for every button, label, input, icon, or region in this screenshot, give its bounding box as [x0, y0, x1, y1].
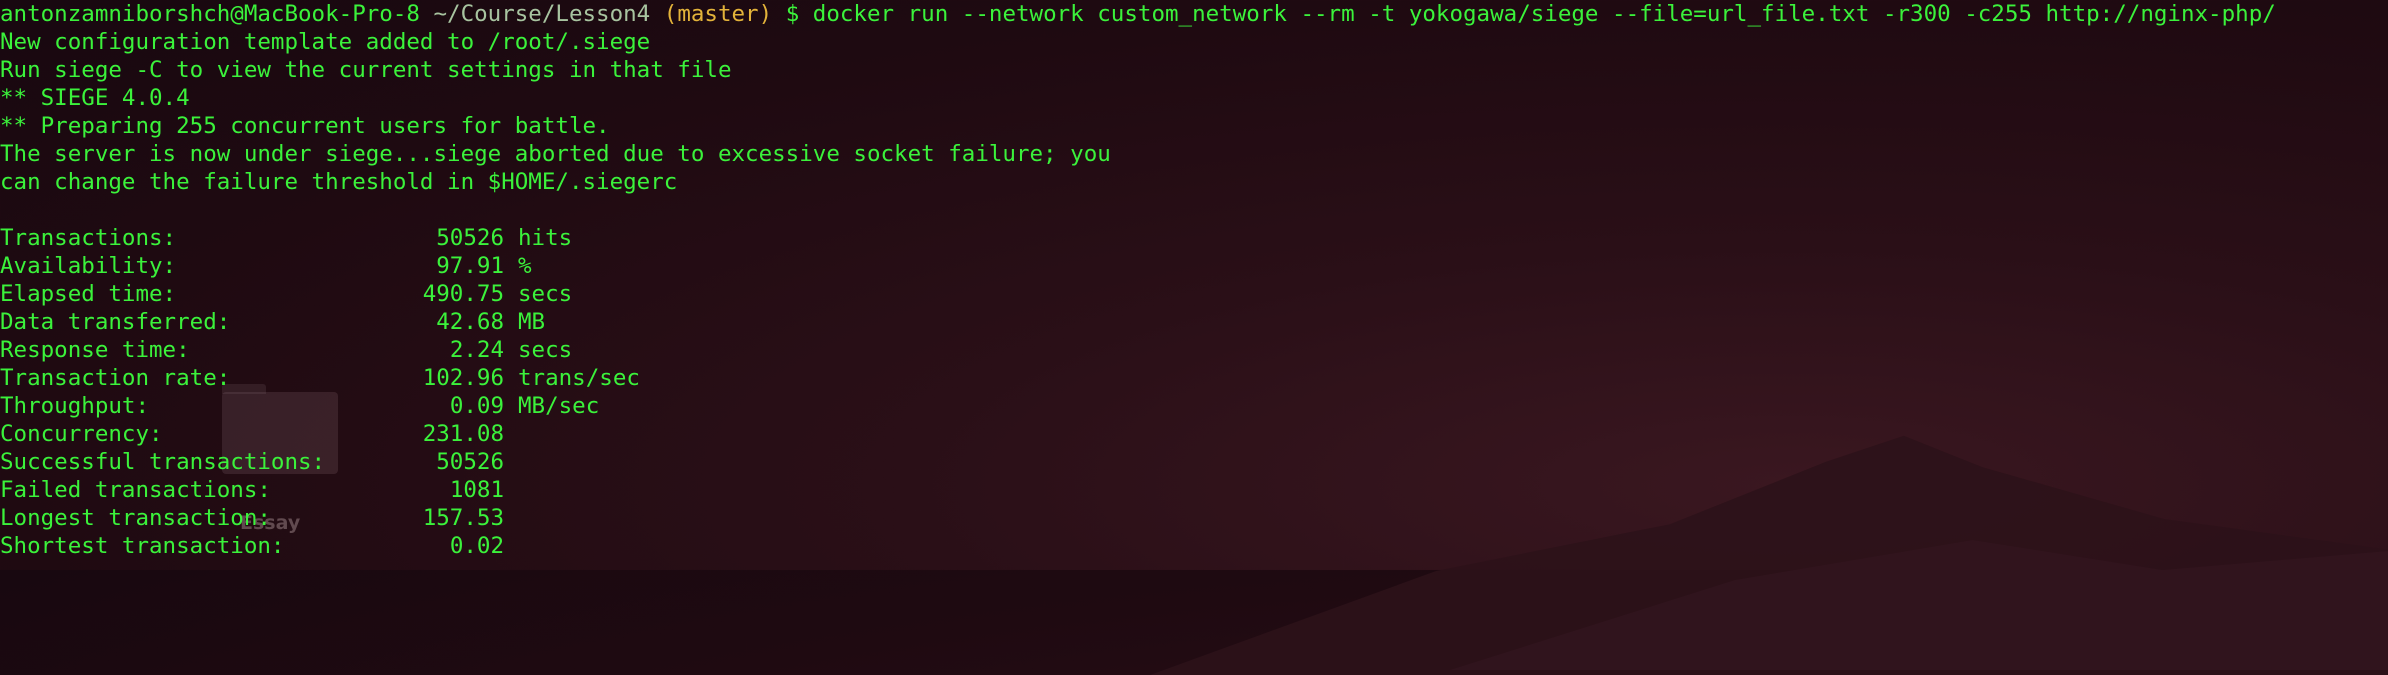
stat-row: Failed transactions: 1081 [0, 476, 518, 504]
stat-unit: secs [518, 281, 573, 307]
stat-value: 2.24 [449, 337, 504, 363]
stat-unit: hits [518, 225, 573, 251]
stat-label: Availability: [0, 253, 177, 279]
stat-row: Availability: 97.91% [0, 252, 532, 280]
stat-label: Concurrency: [0, 421, 163, 447]
stat-value: 231.08 [422, 421, 504, 447]
prompt-git-branch: (master) [663, 1, 773, 27]
stat-label: Successful transactions: [0, 449, 326, 475]
prompt-symbol: $ [785, 1, 800, 27]
stat-value: 490.75 [422, 281, 504, 307]
stat-label: Response time: [0, 337, 190, 363]
stat-row: Shortest transaction: 0.02 [0, 532, 518, 560]
stat-row: Data transferred: 42.68 MB [0, 308, 545, 336]
stat-unit: MB/sec [518, 393, 600, 419]
output-line: The server is now under siege...siege ab… [0, 141, 1111, 167]
stat-value: 157.53 [422, 505, 504, 531]
stat-unit: secs [518, 337, 573, 363]
stat-row: Successful transactions: 50526 [0, 448, 518, 476]
stat-row: Throughput: 0.09 MB/sec [0, 392, 599, 420]
stat-label: Throughput: [0, 393, 150, 419]
stat-row: Transactions: 50526 hits [0, 224, 572, 252]
stat-value: 0.09 [449, 393, 504, 419]
stat-row: Transaction rate: 102.96 trans/sec [0, 364, 640, 392]
stat-label: Shortest transaction: [0, 533, 285, 559]
stat-unit: trans/sec [518, 365, 640, 391]
terminal-window[interactable]: antonzamniborshch@MacBook-Pro-8 ~/Course… [0, 0, 2388, 570]
stat-row: Concurrency: 231.08 [0, 420, 518, 448]
stat-label: Elapsed time: [0, 281, 177, 307]
stat-label: Transaction rate: [0, 365, 231, 391]
output-line: can change the failure threshold in $HOM… [0, 169, 678, 195]
output-line: ** SIEGE 4.0.4 [0, 85, 190, 111]
stat-label: Longest transaction: [0, 505, 271, 531]
stat-row: Longest transaction: 157.53 [0, 504, 518, 532]
stat-value: 42.68 [436, 309, 504, 335]
stat-value: 97.91 [436, 253, 504, 279]
prompt-command: docker run --network custom_network --rm… [812, 1, 2276, 27]
prompt-line: antonzamniborshch@MacBook-Pro-8 ~/Course… [0, 0, 2276, 28]
stat-label: Failed transactions: [0, 477, 271, 503]
stat-value: 0.02 [449, 533, 504, 559]
stat-label: Transactions: [0, 225, 177, 251]
stat-row: Elapsed time: 490.75 secs [0, 280, 572, 308]
stat-value: 1081 [449, 477, 504, 503]
stat-value: 102.96 [422, 365, 504, 391]
output-line: ** Preparing 255 concurrent users for ba… [0, 113, 610, 139]
prompt-cwd: ~/Course/Lesson4 [433, 1, 651, 27]
stat-unit: % [518, 253, 532, 279]
stat-unit: MB [518, 309, 546, 335]
stat-label: Data transferred: [0, 309, 231, 335]
output-line: New configuration template added to /roo… [0, 29, 651, 55]
prompt-user-host: antonzamniborshch@MacBook-Pro-8 [0, 1, 420, 27]
stat-value: 50526 [436, 449, 504, 475]
stat-row: Response time: 2.24 secs [0, 336, 572, 364]
stat-value: 50526 [436, 225, 504, 251]
output-line: Run siege -C to view the current setting… [0, 57, 732, 83]
